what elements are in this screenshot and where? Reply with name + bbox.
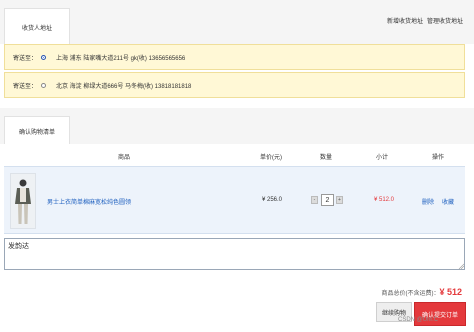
manage-address-link[interactable]: 管理收货地址 — [427, 16, 463, 25]
tab-confirm-order[interactable]: 确认购物清单 — [4, 116, 70, 145]
table-row: 男士上衣简单棉麻宽松纯色圆领 ¥ 256.0 - + ¥ 512.0 删除 收藏 — [4, 166, 465, 234]
header-subtotal: 小计 — [376, 155, 389, 161]
delete-link[interactable]: 删除 — [422, 197, 434, 206]
table-header: 商品 单价(元) 数量 小计 操作 — [4, 144, 465, 166]
order-section-bar — [0, 108, 474, 144]
product-thumbnail[interactable] — [10, 173, 36, 229]
resize-handle-icon[interactable] — [458, 263, 464, 269]
header-quantity: 数量 — [320, 155, 333, 161]
favorite-link[interactable]: 收藏 — [442, 197, 454, 206]
header-product: 商品 — [118, 155, 131, 161]
order-remark-textarea[interactable]: 发韵达 — [4, 238, 465, 270]
tab-shipping-address[interactable]: 收货人地址 — [4, 8, 70, 45]
address-radio-selected[interactable] — [41, 54, 46, 60]
address-radio[interactable] — [41, 82, 46, 88]
address-label: 寄送至： — [13, 83, 38, 90]
quantity-increase-button[interactable]: + — [336, 196, 343, 204]
address-text: 北京 海淀 柳绿大道666号 马冬梅(收) 13818181818 — [56, 83, 192, 90]
quantity-decrease-button[interactable]: - — [311, 196, 318, 204]
address-label: 寄送至： — [13, 55, 38, 62]
watermark: CSDN @Unr.C — [398, 317, 439, 323]
quantity-input[interactable] — [321, 194, 334, 206]
header-actions: 操作 — [432, 155, 445, 161]
add-address-link[interactable]: 新增收货地址 — [387, 16, 423, 25]
address-option-2[interactable]: 寄送至： 北京 海淀 柳绿大道666号 马冬梅(收) 13818181818 — [4, 72, 465, 98]
total-amount: ¥ 512 — [439, 287, 462, 297]
product-name-link[interactable]: 男士上衣简单棉麻宽松纯色圆领 — [47, 197, 131, 206]
unit-price: ¥ 256.0 — [262, 197, 283, 203]
total-label: 商品总价(不含运费)： — [381, 291, 440, 297]
row-subtotal: ¥ 512.0 — [374, 197, 395, 203]
header-unit-price: 单价(元) — [260, 155, 282, 161]
order-total: 商品总价(不含运费)：¥ 512 — [381, 287, 462, 297]
address-option-1[interactable]: 寄送至： 上海 浦东 陆家嘴大道211号 gk(收) 13656565656 — [4, 44, 465, 70]
address-text: 上海 浦东 陆家嘴大道211号 gk(收) 13656565656 — [56, 55, 186, 62]
product-image-icon — [15, 179, 31, 224]
